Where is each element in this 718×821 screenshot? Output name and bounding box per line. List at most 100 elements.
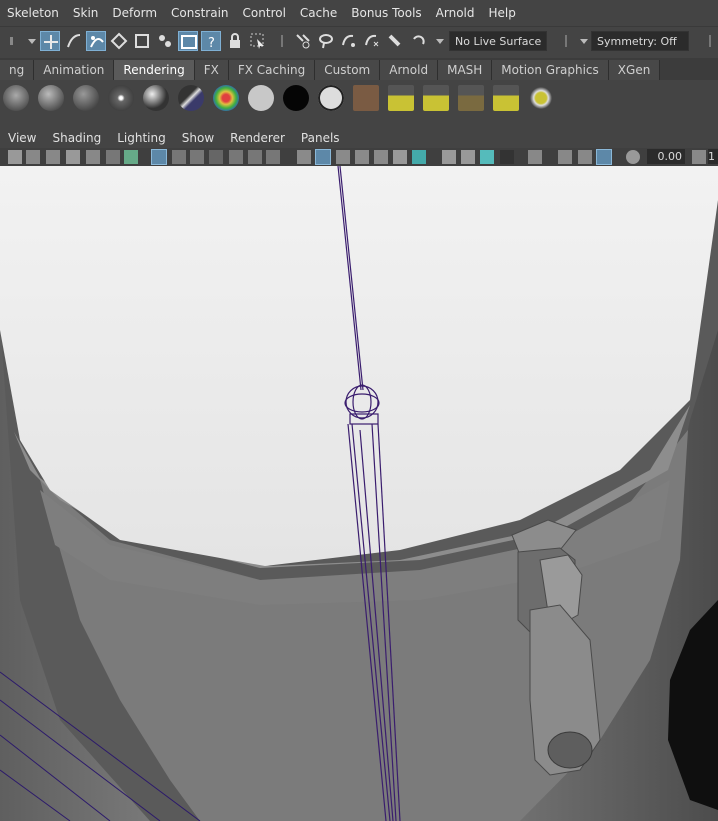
panel-menu-view[interactable]: View — [0, 131, 44, 145]
field-chart-icon[interactable] — [229, 150, 243, 164]
snap-to-grid-icon[interactable] — [40, 31, 60, 51]
viewport-3d[interactable] — [0, 166, 718, 821]
render-view-icon[interactable] — [353, 85, 379, 111]
menu-arrow-icon[interactable] — [22, 31, 36, 51]
exposure-field[interactable]: 0.00 — [647, 149, 685, 164]
lambert-material-icon[interactable] — [73, 85, 99, 111]
shelf-tab-motion-graphics[interactable]: Motion Graphics — [492, 60, 609, 80]
anisotropic-material-icon[interactable] — [3, 85, 29, 111]
multisample-aa-icon[interactable] — [461, 150, 475, 164]
menu-help[interactable]: Help — [482, 6, 523, 20]
panel-menu-lighting[interactable]: Lighting — [109, 131, 174, 145]
lock-icon[interactable] — [225, 31, 245, 51]
magnet-icon[interactable] — [385, 31, 405, 51]
menu-skeleton[interactable]: Skeleton — [0, 6, 66, 20]
shelf-tab-arnold[interactable]: Arnold — [380, 60, 439, 80]
ipr-render-icon[interactable] — [423, 85, 449, 111]
shelf-tab-animation[interactable]: Animation — [34, 60, 115, 80]
xray-icon[interactable] — [528, 150, 542, 164]
render-view-icon[interactable] — [178, 31, 198, 51]
soft-select-icon[interactable] — [362, 31, 382, 51]
shelf-tab-xgen[interactable]: XGen — [608, 60, 661, 80]
textured-icon[interactable] — [355, 150, 369, 164]
gate-mask-icon[interactable] — [209, 150, 223, 164]
safe-title-icon[interactable] — [266, 150, 280, 164]
phong-material-icon[interactable] — [108, 85, 134, 111]
use-all-lights-icon[interactable] — [374, 150, 388, 164]
separator — [700, 31, 711, 51]
shelf-tab-rendering[interactable]: Rendering — [114, 60, 195, 80]
menu-cache[interactable]: Cache — [293, 6, 344, 20]
snap-to-curve-icon[interactable] — [64, 31, 84, 51]
render-settings-icon[interactable] — [458, 85, 484, 111]
resolution-gate-icon[interactable] — [190, 150, 204, 164]
ramp-shader-icon[interactable] — [213, 85, 239, 111]
gamma-field[interactable]: 1 — [708, 149, 718, 164]
gamma-icon[interactable] — [692, 150, 706, 164]
undo-icon[interactable] — [408, 31, 428, 51]
blinn-material-icon[interactable] — [38, 85, 64, 111]
xray-joints-icon[interactable] — [558, 150, 572, 164]
backface-culling-icon[interactable] — [596, 149, 612, 165]
bookmark-icon[interactable] — [46, 150, 60, 164]
menu-arrow-icon[interactable] — [430, 31, 444, 51]
panel-menu-shading[interactable]: Shading — [44, 131, 109, 145]
shadows-icon[interactable] — [393, 150, 407, 164]
safe-action-icon[interactable] — [248, 150, 262, 164]
render-current-frame-icon[interactable] — [388, 85, 414, 111]
phong-e-material-icon[interactable] — [143, 85, 169, 111]
status-line: ? No Live Surface Symmetry: Off — [0, 26, 718, 54]
shelf-tab-fx-caching[interactable]: FX Caching — [228, 60, 316, 80]
camera-select-icon[interactable] — [8, 150, 22, 164]
wireframe-icon[interactable] — [297, 150, 311, 164]
xray-active-icon[interactable] — [578, 150, 592, 164]
make-live-icon[interactable] — [132, 31, 152, 51]
collapse-handle[interactable] — [2, 31, 13, 51]
isolate-select-icon[interactable] — [500, 150, 514, 164]
pencil-icon[interactable] — [124, 150, 138, 164]
paint-select-icon[interactable] — [339, 31, 359, 51]
grease-pencil-icon[interactable] — [106, 150, 120, 164]
menu-deform[interactable]: Deform — [105, 6, 164, 20]
use-background-icon[interactable] — [283, 85, 309, 111]
snap-together-icon[interactable] — [293, 31, 313, 51]
depth-of-field-icon[interactable] — [480, 150, 494, 164]
ambient-light-icon[interactable] — [318, 85, 344, 111]
camera-attributes-icon[interactable] — [26, 150, 40, 164]
construction-history-icon[interactable] — [155, 31, 175, 51]
shelf-tab-mash[interactable]: MASH — [438, 60, 493, 80]
exposure-icon[interactable] — [626, 150, 640, 164]
shelf-tab-bar: ng Animation Rendering FX FX Caching Cus… — [0, 58, 718, 80]
select-tool-icon[interactable] — [248, 31, 268, 51]
shelf-tab-partial[interactable]: ng — [0, 60, 35, 80]
surface-shader-icon[interactable] — [248, 85, 274, 111]
motion-blur-icon[interactable] — [442, 150, 456, 164]
wireframe-on-shaded-icon[interactable] — [336, 150, 350, 164]
hypershade-icon[interactable] — [528, 85, 554, 111]
menu-constrain[interactable]: Constrain — [164, 6, 236, 20]
two-d-pan-zoom-icon[interactable] — [86, 150, 100, 164]
shelf-tab-fx[interactable]: FX — [194, 60, 229, 80]
film-gate-icon[interactable] — [172, 150, 186, 164]
layered-shader-icon[interactable] — [178, 85, 204, 111]
snap-to-point-icon[interactable] — [86, 31, 106, 51]
lasso-tool-icon[interactable] — [316, 31, 336, 51]
screen-space-ao-icon[interactable] — [412, 150, 426, 164]
menu-control[interactable]: Control — [236, 6, 293, 20]
render-settings-icon[interactable]: ? — [201, 31, 221, 51]
menu-arnold[interactable]: Arnold — [429, 6, 482, 20]
grid-icon[interactable] — [151, 149, 167, 165]
panel-menu-show[interactable]: Show — [174, 131, 222, 145]
live-surface-field[interactable]: No Live Surface — [449, 31, 547, 51]
panel-menu-renderer[interactable]: Renderer — [222, 131, 293, 145]
menu-skin[interactable]: Skin — [66, 6, 106, 20]
snap-to-view-plane-icon[interactable] — [109, 31, 129, 51]
batch-render-icon[interactable] — [493, 85, 519, 111]
smooth-shade-icon[interactable] — [315, 149, 331, 165]
menu-bonus-tools[interactable]: Bonus Tools — [344, 6, 428, 20]
menu-arrow-icon[interactable] — [574, 31, 588, 51]
shelf-tab-custom[interactable]: Custom — [315, 60, 381, 80]
symmetry-dropdown[interactable]: Symmetry: Off — [591, 31, 689, 51]
panel-menu-panels[interactable]: Panels — [293, 131, 348, 145]
image-plane-icon[interactable] — [66, 150, 80, 164]
